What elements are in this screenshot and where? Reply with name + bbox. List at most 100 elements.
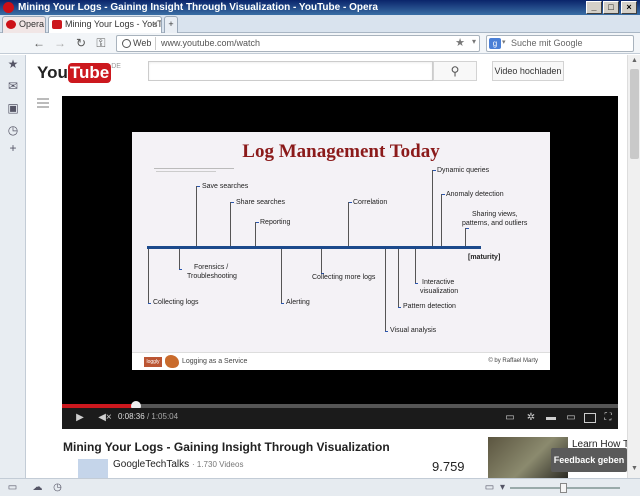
marker-tick: [197, 186, 200, 187]
marker-tick: [415, 283, 418, 284]
label-interactive: Interactive: [422, 279, 455, 286]
size-toggle-icon[interactable]: [584, 413, 596, 423]
zoom-slider-handle[interactable]: [560, 483, 567, 493]
status-bar: ▭ ☁ ◷ ▭ ▾: [0, 478, 640, 496]
scroll-down-icon[interactable]: ▼: [630, 465, 639, 475]
label-visual-analysis: Visual analysis: [390, 327, 437, 334]
slide-footer-left: Logging as a Service: [182, 358, 248, 365]
timecode: 0:08:36 / 1:05:04: [118, 412, 178, 421]
tab-label: Mining Your Logs - YouTube - Gainin...: [65, 19, 162, 29]
upload-video-button[interactable]: Video hochladen: [492, 61, 564, 81]
marker-line: [179, 249, 180, 269]
minimize-button[interactable]: _: [586, 1, 602, 14]
channel-avatar[interactable]: [78, 459, 108, 478]
label-alerting: Alerting: [286, 299, 310, 306]
marker-tick: [349, 202, 352, 203]
marker-line: [230, 202, 231, 246]
slide-timeline: [147, 246, 481, 249]
marker-tick: [398, 307, 401, 308]
view-icon[interactable]: ▭: [484, 482, 495, 493]
slide-subtitle-line: [154, 168, 234, 169]
channel-name[interactable]: GoogleTechTalks: [113, 459, 189, 470]
marker-tick: [385, 331, 388, 332]
opera-link-cloud-icon[interactable]: ☁: [32, 482, 43, 493]
feedback-button[interactable]: Feedback geben: [551, 448, 627, 472]
marker-line: [432, 170, 433, 246]
marker-line: [148, 249, 149, 303]
back-arrow-icon[interactable]: ←: [31, 36, 47, 51]
notes-icon[interactable]: ▣: [6, 101, 20, 115]
page-content: You Tube DE ⚲ Video hochladen Log Manageme…: [27, 55, 627, 478]
youtube-logo[interactable]: You Tube DE: [37, 63, 121, 83]
address-field[interactable]: Web www.youtube.com/watch ★ ▾: [116, 35, 480, 52]
panel-toggle-icon[interactable]: ▭: [7, 482, 18, 493]
bookmarks-star-icon[interactable]: ★: [6, 57, 20, 71]
maximize-button[interactable]: □: [603, 1, 619, 14]
scrollbar-thumb[interactable]: [630, 69, 639, 159]
marker-line: [441, 194, 442, 246]
search-engine-dropdown-icon[interactable]: ▾: [502, 38, 506, 46]
marker-line: [415, 249, 416, 283]
channel-video-count: · 1.730 Videos: [192, 460, 244, 469]
guide-menu-icon[interactable]: [37, 98, 49, 108]
turbo-icon[interactable]: ◷: [52, 482, 63, 493]
youtube-search-input[interactable]: [148, 61, 433, 81]
volume-icon[interactable]: ◀×: [98, 411, 112, 425]
watch-later-icon[interactable]: ▬: [544, 411, 558, 425]
close-window-button[interactable]: ×: [621, 1, 637, 14]
slide-footer-right: © by Raffael Marty: [488, 358, 538, 364]
label-pattern-detection: Pattern detection: [403, 303, 456, 310]
star-icon[interactable]: ★: [455, 36, 465, 49]
zoom-dropdown-icon[interactable]: ▾: [497, 482, 508, 493]
label-visualization: visualization: [420, 288, 459, 295]
marker-tick: [148, 303, 151, 304]
marker-tick: [256, 222, 259, 223]
youtube-search-button[interactable]: ⚲: [433, 61, 477, 81]
history-clock-icon[interactable]: ◷: [6, 123, 20, 137]
marker-line: [281, 249, 282, 303]
play-icon[interactable]: ▶: [74, 411, 86, 425]
marker-line: [255, 222, 256, 246]
unite-icon[interactable]: ✉: [6, 79, 20, 93]
add-panel-icon[interactable]: +: [6, 141, 20, 155]
marker-tick: [442, 194, 445, 195]
duration: / 1:05:04: [146, 412, 179, 421]
web-badge[interactable]: Web: [119, 37, 157, 50]
page-scrollbar[interactable]: ▲ ▼: [627, 55, 640, 478]
opera-icon: [3, 2, 14, 13]
window-title-bar: Mining Your Logs - Gaining Insight Throu…: [0, 0, 640, 15]
theater-mode-icon[interactable]: ▭: [564, 411, 578, 425]
fullscreen-icon[interactable]: ⛶: [602, 411, 614, 425]
slide-subtitle-line: [156, 171, 216, 172]
forward-arrow-icon[interactable]: →: [52, 36, 68, 51]
new-tab-button[interactable]: +: [164, 16, 178, 33]
video-player[interactable]: Log Management Today Save searches Share…: [62, 96, 618, 429]
loggly-logo: loggly: [144, 357, 162, 367]
opera-menu-label: Opera: [19, 19, 45, 29]
annotations-icon[interactable]: ▭: [504, 411, 516, 425]
presentation-slide: Log Management Today Save searches Share…: [132, 132, 550, 370]
marker-line: [465, 228, 466, 246]
search-placeholder: Suche mit Google: [511, 38, 583, 48]
label-patterns-outliers: patterns, and outliers: [462, 220, 528, 227]
marker-line: [321, 249, 322, 273]
marker-line: [398, 249, 399, 307]
region-code: DE: [111, 63, 121, 70]
marker-line: [348, 202, 349, 246]
search-field[interactable]: g ▾ Suche mit Google: [486, 35, 634, 52]
tab-close-icon[interactable]: ×: [152, 17, 158, 32]
label-maturity: [maturity]: [468, 254, 501, 261]
video-title: Mining Your Logs - Gaining Insight Throu…: [63, 440, 390, 454]
settings-gear-icon[interactable]: ✲: [525, 411, 537, 425]
scroll-up-icon[interactable]: ▲: [630, 57, 639, 67]
bird-logo-icon: [165, 355, 179, 368]
opera-menu-button[interactable]: Opera: [2, 16, 46, 33]
reload-icon[interactable]: ↻: [73, 36, 89, 51]
tab-bar: Opera Mining Your Logs - YouTube - Gaini…: [0, 15, 640, 33]
tab-youtube[interactable]: Mining Your Logs - YouTube - Gainin... ×: [48, 16, 162, 33]
dropdown-arrow-icon[interactable]: ▾: [472, 37, 476, 46]
key-icon[interactable]: ⚿: [93, 36, 109, 51]
marker-tick: [281, 303, 284, 304]
address-toolbar: ← → ↻ ⚿ Web www.youtube.com/watch ★ ▾ g …: [0, 33, 640, 54]
label-collecting-more-logs: Collecting more logs: [312, 274, 376, 281]
